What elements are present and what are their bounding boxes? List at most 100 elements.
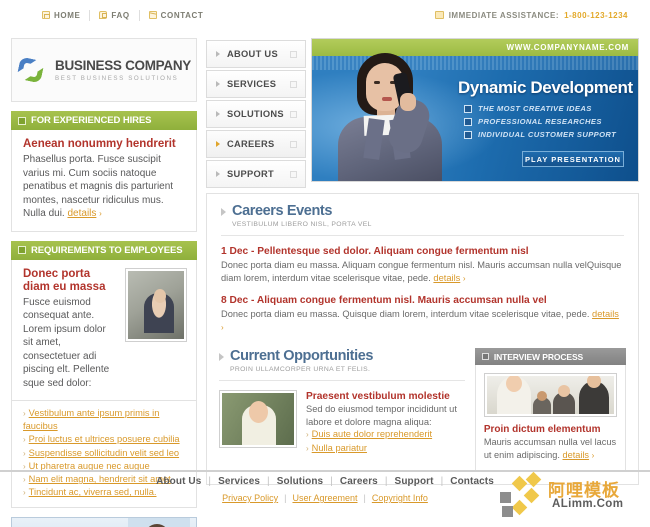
nav-item-solutions[interactable]: SOLUTIONS	[206, 100, 306, 128]
bullet-square-icon	[481, 353, 489, 361]
watermark-en-text: ALimm.Com	[552, 498, 624, 510]
details-link[interactable]: details	[67, 208, 96, 219]
details-link[interactable]: details	[433, 273, 460, 283]
list-item[interactable]: › Nulla pariatur	[306, 442, 465, 456]
immediate-assistance: IMMEDIATE ASSISTANCE: 1-800-123-1234	[434, 11, 628, 20]
interview-process-label: INTERVIEW PROCESS	[493, 351, 584, 362]
banner-bullet: PROFESSIONAL RESEARCHES	[464, 117, 616, 126]
watermark-logo: 阿哩模板 ALimm.Com	[496, 471, 644, 524]
list-item-link[interactable]: Nulla pariatur	[312, 443, 367, 453]
footer-link-user-agreement[interactable]: User Agreement	[292, 493, 357, 503]
chevron-right-icon	[221, 208, 226, 216]
footer-link-copyright-info[interactable]: Copyright Info	[372, 493, 428, 503]
sidebar-heading-label: FOR EXPERIENCED HIRES	[31, 115, 152, 126]
logo-text: BUSINESS COMPANY BEST BUSINESS SOLUTIONS	[55, 57, 191, 82]
nav-item-services[interactable]: SERVICES	[206, 70, 306, 98]
footer-divider-glyph: |	[330, 476, 333, 487]
sidebar-heading-label: REQUIREMENTS TO EMPLOYEES	[31, 244, 183, 256]
list-item-link[interactable]: Duis aute dolor reprehenderit	[312, 429, 432, 439]
arrow-icon: ›	[591, 450, 595, 460]
event-body: Donec porta diam eu massa. Aliquam congu…	[221, 260, 622, 283]
top-nav-item-home[interactable]: HOME	[33, 11, 89, 20]
phone-card-icon	[434, 11, 444, 19]
nav-item-careers[interactable]: CAREERS	[206, 130, 306, 158]
nav-label: SOLUTIONS	[227, 109, 284, 119]
grip-icon	[290, 170, 297, 178]
banner-website: WWW.COMPANYNAME.COM	[506, 43, 629, 52]
chevron-right-icon	[216, 81, 220, 87]
top-nav-item-contact[interactable]: CONTACT	[140, 11, 213, 20]
arrow-icon: ›	[23, 448, 26, 458]
section-title: Current Opportunities	[230, 348, 374, 365]
divider	[219, 380, 465, 382]
sidebar-heading-requirements: REQUIREMENTS TO EMPLOYEES	[11, 240, 197, 260]
lower-columns: Current Opportunities PROIN ULLAMCORPER …	[207, 334, 638, 483]
footer-divider-glyph: |	[384, 476, 388, 487]
chevron-right-icon	[219, 353, 224, 362]
company-name: BUSINESS COMPANY	[55, 57, 191, 73]
live-chat-banner[interactable]: › LIVE CHAT ONLINE!	[11, 517, 197, 527]
speech-bubble-icon	[99, 11, 108, 19]
top-nav-label-contact: CONTACT	[160, 10, 204, 20]
nav-item-about-us[interactable]: ABOUT US	[206, 40, 306, 68]
footer-link-careers[interactable]: Careers	[340, 476, 378, 487]
footer-link-about-us[interactable]: About Us	[156, 476, 201, 487]
chevron-right-icon	[216, 51, 220, 57]
event-title: 8 Dec - Aliquam congue fermentum nisl. M…	[221, 295, 547, 307]
banner-body: Dynamic Development THE MOST CREATIVE ID…	[312, 53, 638, 181]
top-bar: HOME FAQ CONTACT IMMEDIATE ASSISTANCE: 1…	[0, 0, 650, 30]
list-item[interactable]: › Suspendisse sollicitudin velit sed leo	[23, 447, 187, 460]
footer-link-services[interactable]: Services	[218, 476, 260, 487]
chevron-right-icon	[216, 141, 220, 147]
list-item-link[interactable]: Suspendisse sollicitudin velit sed leo	[29, 448, 179, 458]
arrow-icon: ›	[462, 273, 466, 283]
top-nav-label-home: HOME	[54, 10, 81, 20]
footer-divider-glyph: |	[363, 493, 366, 503]
site-logo[interactable]: BUSINESS COMPANY BEST BUSINESS SOLUTIONS	[11, 38, 197, 102]
footer-divider-glyph: |	[208, 476, 212, 487]
list-item-link[interactable]: Proi luctus et ultrices posuere cubilia	[29, 434, 180, 444]
home-icon	[42, 11, 50, 19]
banner-bullet-label: PROFESSIONAL RESEARCHES	[478, 117, 602, 126]
banner-bullet: INDIVIDUAL CUSTOMER SUPPORT	[464, 130, 616, 139]
interview-text: Mauris accumsan nulla vel lacus ut enim …	[484, 436, 617, 461]
footer-link-contacts[interactable]: Contacts	[450, 476, 494, 487]
chevron-right-icon	[216, 111, 220, 117]
interview-body: Mauris accumsan nulla vel lacus ut enim …	[483, 437, 617, 460]
list-item[interactable]: › Duis aute dolor reprehenderit	[306, 428, 465, 442]
smiling-woman-office-photo	[219, 390, 297, 449]
arrow-icon: ›	[23, 409, 26, 418]
grip-icon	[290, 80, 297, 88]
event-text: Donec porta diam eu massa. Aliquam congu…	[221, 259, 624, 285]
arrow-icon: ›	[306, 430, 309, 440]
assistance-phone[interactable]: 1-800-123-1234	[564, 11, 628, 20]
footer-link-support[interactable]: Support	[395, 476, 434, 487]
footer-link-privacy-policy[interactable]: Privacy Policy	[222, 493, 278, 503]
interview-process-column: INTERVIEW PROCESS Proin dictum elementum	[474, 348, 626, 472]
footer-divider-glyph: |	[284, 493, 287, 503]
panel-text: Phasellus porta. Fusce suscipit varius m…	[23, 153, 187, 221]
list-item[interactable]: › Vestibulum ante ipsum primis in faucibu…	[23, 407, 187, 433]
event-item: 1 Dec - Pellentesque sed dolor. Aliquam …	[207, 236, 638, 285]
list-item-link[interactable]: Vestibulum ante ipsum primis in faucibus	[23, 408, 159, 431]
banner-bullet-list: THE MOST CREATIVE IDEAS PROFESSIONAL RES…	[464, 104, 616, 143]
play-presentation-button[interactable]: PLAY PRESENTATION	[522, 151, 624, 167]
footer-divider-glyph: |	[267, 476, 270, 487]
check-square-icon	[464, 130, 472, 139]
mail-icon	[148, 11, 157, 19]
section-subtitle: PROIN ULLAMCORPER URNA ET FELIS.	[230, 366, 371, 374]
main-content: Careers Events VESTIBULUM LIBERO NISL, P…	[206, 193, 639, 485]
sidebar-heading-experienced-hires: FOR EXPERIENCED HIRES	[11, 111, 197, 130]
page-root: HOME FAQ CONTACT IMMEDIATE ASSISTANCE: 1…	[0, 0, 650, 527]
nav-item-support[interactable]: SUPPORT	[206, 160, 306, 188]
top-nav-item-faq[interactable]: FAQ	[90, 11, 138, 20]
details-link[interactable]: details	[592, 309, 619, 319]
footer-link-solutions[interactable]: Solutions	[277, 476, 323, 487]
details-link[interactable]: details	[562, 450, 589, 460]
bullet-square-icon	[18, 116, 26, 125]
current-opportunities-column: Current Opportunities PROIN ULLAMCORPER …	[219, 348, 465, 471]
careers-events-header: Careers Events VESTIBULUM LIBERO NISL, P…	[207, 203, 638, 228]
headset-operator-photo	[128, 518, 190, 527]
list-item[interactable]: › Proi luctus et ultrices posuere cubilia	[23, 433, 187, 446]
nav-label: SUPPORT	[227, 169, 275, 179]
